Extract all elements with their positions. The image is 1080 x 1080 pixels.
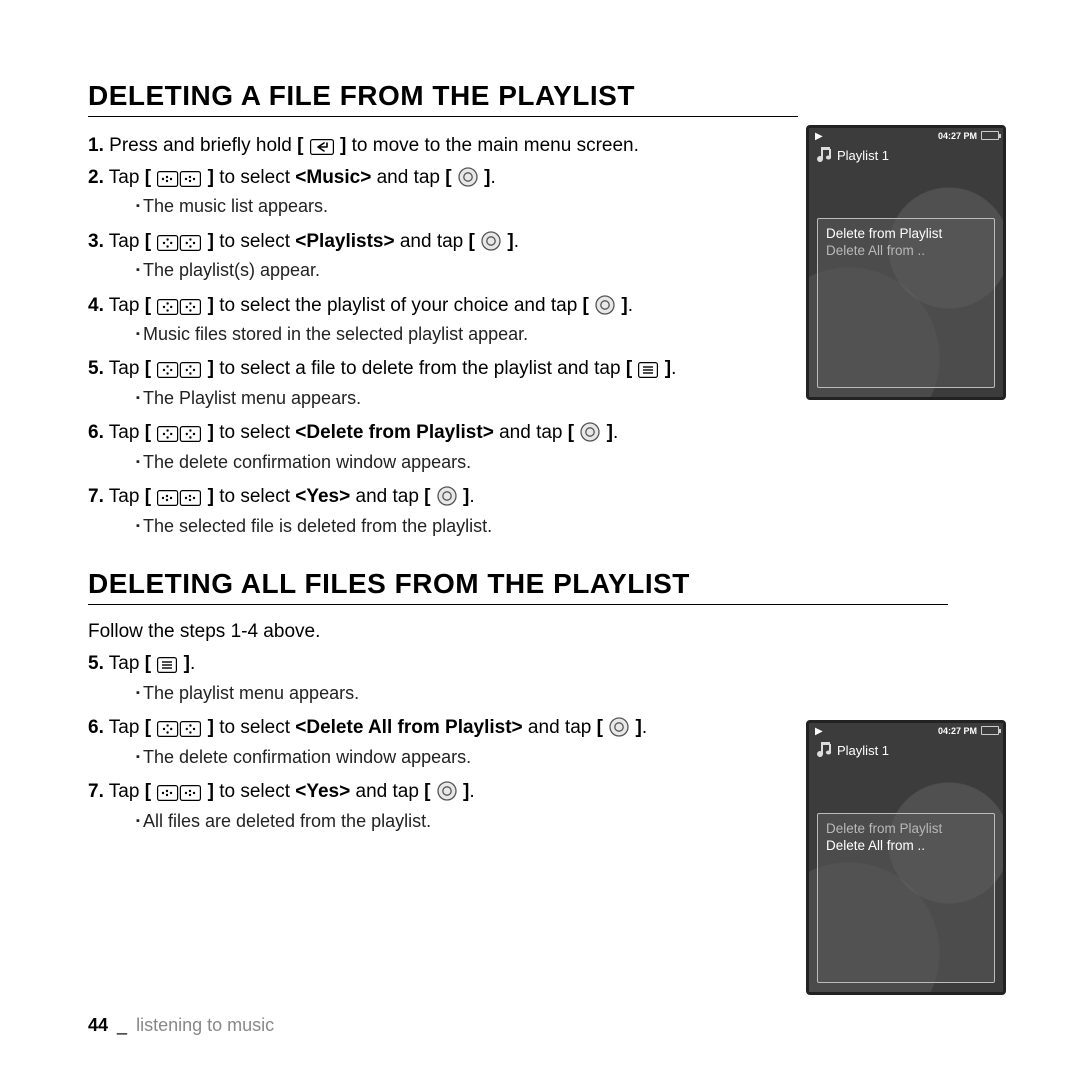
device-mockup-1: ▶ 04:27 PM Playlist 1 Life is cool My lo…	[806, 125, 1006, 400]
s2-step-7-sub: All files are deleted from the playlist.	[112, 809, 768, 833]
step-3-sub: The playlist(s) appear.	[112, 258, 768, 282]
clock: 04:27 PM	[938, 726, 977, 736]
step-5-sub: The Playlist menu appears.	[112, 386, 768, 410]
play-indicator-icon: ▶	[815, 131, 823, 142]
ok-icon	[481, 231, 501, 251]
step-4-sub: Music files stored in the selected playl…	[112, 322, 768, 346]
ok-icon	[437, 486, 457, 506]
ok-icon	[609, 717, 629, 737]
page-footer: 44 _ listening to music	[88, 1015, 274, 1036]
battery-icon	[981, 726, 999, 735]
step-7-sub: The selected file is deleted from the pl…	[112, 514, 768, 538]
play-indicator-icon: ▶	[815, 726, 823, 737]
up-down-icon	[157, 721, 201, 737]
up-down-icon	[157, 299, 201, 315]
playlist-header: Playlist 1	[809, 741, 1003, 764]
menu-item-delete[interactable]: Delete from Playlist	[824, 820, 988, 837]
left-right-icon	[157, 171, 201, 187]
ok-icon	[437, 781, 457, 801]
context-menu: Delete from Playlist Delete All from ..	[817, 218, 995, 388]
s2-step-7: 7. Tap [ ] to select <Yes> and tap [ ]. …	[88, 779, 768, 833]
menu-icon	[638, 362, 658, 378]
step-4: 4. Tap [ ] to select the playlist of you…	[88, 293, 768, 347]
status-bar: ▶ 04:27 PM	[809, 723, 1003, 741]
back-icon	[310, 139, 334, 155]
ok-icon	[458, 167, 478, 187]
music-note-icon	[814, 739, 834, 759]
step-5: 5. Tap [ ] to select a file to delete fr…	[88, 356, 768, 410]
s2-step-5-sub: The playlist menu appears.	[112, 681, 768, 705]
menu-item-delete-all[interactable]: Delete All from ..	[824, 242, 988, 259]
step-3: 3. Tap [ ] to select <Playlists> and tap…	[88, 229, 768, 283]
menu-item-delete-all[interactable]: Delete All from ..	[824, 837, 988, 854]
context-menu: Delete from Playlist Delete All from ..	[817, 813, 995, 983]
music-note-icon	[814, 144, 834, 164]
status-bar: ▶ 04:27 PM	[809, 128, 1003, 146]
steps-section2: 5. Tap [ ]. The playlist menu appears. 6…	[88, 651, 768, 833]
steps-section1: 1. Press and briefly hold [ ] to move to…	[88, 133, 768, 538]
menu-icon	[157, 657, 177, 673]
menu-item-delete[interactable]: Delete from Playlist	[824, 225, 988, 242]
left-right-icon	[157, 785, 201, 801]
up-down-icon	[157, 426, 201, 442]
s2-step-6: 6. Tap [ ] to select <Delete All from Pl…	[88, 715, 768, 769]
step-6: 6. Tap [ ] to select <Delete from Playli…	[88, 420, 768, 474]
ok-icon	[580, 422, 600, 442]
section2-intro: Follow the steps 1-4 above.	[88, 621, 768, 643]
step-2-sub: The music list appears.	[112, 194, 768, 218]
heading-delete-all: DELETING ALL FILES FROM THE PLAYLIST	[88, 568, 948, 605]
step-7: 7. Tap [ ] to select <Yes> and tap [ ]. …	[88, 484, 768, 538]
playlist-header: Playlist 1	[809, 146, 1003, 169]
device-mockup-2: ▶ 04:27 PM Playlist 1 Life is cool My lo…	[806, 720, 1006, 995]
chapter-label: listening to music	[136, 1015, 274, 1035]
step-1: 1. Press and briefly hold [ ] to move to…	[88, 133, 768, 159]
battery-icon	[981, 131, 999, 140]
ok-icon	[595, 295, 615, 315]
step-2: 2. Tap [ ] to select <Music> and tap [ ]…	[88, 165, 768, 219]
main-content: DELETING A FILE FROM THE PLAYLIST 1. Pre…	[88, 80, 768, 833]
s2-step-6-sub: The delete confirmation window appears.	[112, 745, 768, 769]
left-right-icon	[157, 490, 201, 506]
clock: 04:27 PM	[938, 131, 977, 141]
up-down-icon	[157, 235, 201, 251]
up-down-icon	[157, 362, 201, 378]
heading-delete-file: DELETING A FILE FROM THE PLAYLIST	[88, 80, 798, 117]
page-number: 44	[88, 1015, 108, 1035]
step-6-sub: The delete confirmation window appears.	[112, 450, 768, 474]
s2-step-5: 5. Tap [ ]. The playlist menu appears.	[88, 651, 768, 705]
